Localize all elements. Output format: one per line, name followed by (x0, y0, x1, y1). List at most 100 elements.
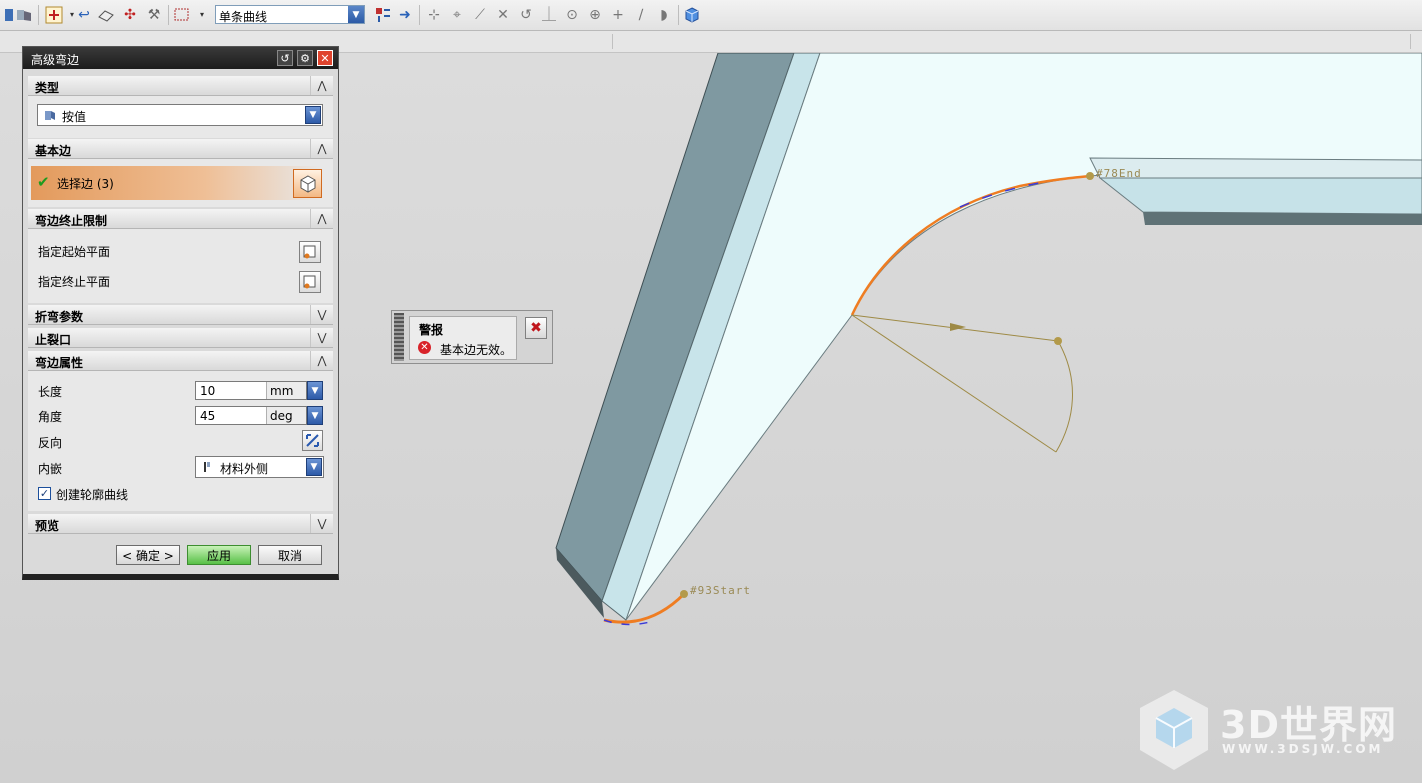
section-type-body: 按值 ▼ (28, 96, 333, 138)
section-relief-header[interactable]: 止裂口 ⋁ (28, 328, 333, 348)
drag-handle-point (1054, 337, 1062, 345)
flange-thickness-face (1143, 212, 1422, 225)
chevron-down-icon[interactable]: ⋁ (310, 328, 333, 347)
angle-options-button[interactable]: ▼ (307, 406, 323, 425)
reset-icon[interactable]: ↺ (277, 50, 293, 66)
material-side-icon (204, 462, 210, 472)
close-icon[interactable]: ✕ (317, 50, 333, 66)
point-constructor-icon[interactable] (44, 5, 64, 25)
reverse-direction-icon (306, 434, 319, 447)
curve-rules-icon[interactable] (373, 5, 393, 25)
snap-midpoint-icon[interactable]: ⌖ (447, 5, 467, 25)
create-profile-label: 创建轮廓曲线 (56, 488, 129, 502)
error-icon: ✕ (418, 341, 431, 354)
snap-point-icon[interactable]: ✣ (120, 5, 140, 25)
gear-icon[interactable]: ⚙ (297, 50, 313, 66)
chevron-up-icon[interactable]: ⋀ (310, 76, 333, 95)
reverse-direction-button[interactable] (302, 430, 323, 451)
section-properties-header[interactable]: 弯边属性 ⋀ (28, 351, 333, 371)
snap-endpoint-icon[interactable]: ⊹ (424, 5, 444, 25)
selection-box-icon[interactable] (172, 5, 192, 25)
chevron-down-icon[interactable]: ▼ (348, 6, 364, 23)
start-plane-label: 指定起始平面 (38, 245, 111, 259)
create-profile-checkbox[interactable]: ✓ (38, 487, 51, 500)
arrow-right-icon[interactable]: ➜ (395, 5, 415, 25)
tool-icon[interactable]: ⚒ (144, 5, 164, 25)
ok-button[interactable]: < 确定 > (116, 545, 180, 565)
length-label: 长度 (38, 385, 63, 399)
selection-filter-value: 单条曲线 (219, 10, 268, 24)
section-base-edge-header[interactable]: 基本边 ⋀ (28, 139, 333, 159)
alert-content: 警报 ✕ 基本边无效。 (409, 316, 517, 360)
cancel-button[interactable]: 取消 (258, 545, 322, 565)
inset-combo[interactable]: 材料外侧 ▼ (195, 456, 324, 478)
select-edge-label: 选择边 (3) (57, 177, 114, 191)
watermark-logo-icon (1140, 690, 1208, 770)
angle-input[interactable]: 45 deg (195, 406, 307, 425)
alert-title: 警报 (419, 323, 444, 337)
chevron-down-icon[interactable]: ⋁ (310, 514, 333, 533)
chevron-up-icon[interactable]: ⋀ (310, 351, 333, 370)
section-bend-params-label: 折弯参数 (35, 310, 84, 324)
section-type-label: 类型 (35, 81, 60, 95)
section-base-edge-label: 基本边 (35, 144, 72, 158)
apply-button[interactable]: 应用 (187, 545, 251, 565)
section-properties-label: 弯边属性 (35, 356, 84, 370)
snap-center-icon[interactable]: ⊙ (562, 5, 582, 25)
length-input[interactable]: 10 mm (195, 381, 307, 400)
selection-filter-combo[interactable]: 单条曲线 ▼ (215, 5, 365, 24)
start-point-marker (680, 590, 688, 598)
chevron-down-icon[interactable]: ⋁ (310, 305, 333, 324)
snap-tangent-icon[interactable]: ⏊ (539, 5, 559, 25)
section-preview-label: 预览 (35, 519, 60, 533)
checkmark-icon: ✔ (37, 173, 50, 191)
type-combo[interactable]: 按值 ▼ (37, 104, 323, 126)
snap-existing-point-icon[interactable]: + (608, 5, 628, 25)
alert-popup: 警报 ✕ 基本边无效。 ✖ (391, 310, 553, 364)
alert-drag-handle[interactable] (394, 313, 404, 361)
length-options-button[interactable]: ▼ (307, 381, 323, 400)
chevron-down-icon[interactable]: ▼ (305, 106, 321, 124)
type-combo-value: 按值 (62, 110, 87, 124)
start-point-label: #93Start (690, 584, 751, 597)
reverse-label: 反向 (38, 436, 63, 450)
flange-side-face (1098, 177, 1422, 215)
snap-on-curve-icon[interactable]: ∕ (631, 5, 651, 25)
watermark-title: 3D世界网 (1220, 703, 1397, 747)
snap-curve-icon[interactable]: ↺ (516, 5, 536, 25)
chevron-up-icon[interactable]: ⋀ (310, 139, 333, 158)
chevron-up-icon[interactable]: ⋀ (310, 209, 333, 228)
chevron-down-icon[interactable]: ▼ (306, 458, 322, 476)
snap-line-icon[interactable]: ⟋ (470, 5, 490, 25)
section-flange-limit-header[interactable]: 弯边终止限制 ⋀ (28, 209, 333, 229)
eraser-icon[interactable] (96, 5, 116, 25)
angle-unit: deg (266, 407, 306, 424)
angle-label: 角度 (38, 410, 63, 424)
dropdown-arrow-icon[interactable]: ▾ (192, 5, 212, 25)
watermark: 3D世界网 WWW.3DSJW.COM (1138, 688, 1408, 773)
section-flange-limit-label: 弯边终止限制 (35, 214, 108, 228)
cube-view-icon[interactable] (682, 5, 702, 25)
snap-quadrant-icon[interactable]: ⊕ (585, 5, 605, 25)
flange-type-icon (45, 111, 55, 120)
start-plane-button[interactable] (299, 241, 321, 263)
section-type-header[interactable]: 类型 ⋀ (28, 76, 333, 96)
select-edge-button[interactable] (293, 169, 322, 198)
select-edge-row[interactable]: ✔ 选择边 (3) (31, 166, 321, 200)
section-bend-params-header[interactable]: 折弯参数 ⋁ (28, 305, 333, 325)
end-plane-label: 指定终止平面 (38, 275, 111, 289)
snap-view-icon[interactable] (14, 5, 34, 25)
undo-icon[interactable]: ↩ (74, 5, 94, 25)
snap-on-face-icon[interactable]: ◗ (654, 5, 674, 25)
section-preview-header[interactable]: 预览 ⋁ (28, 514, 333, 534)
snap-intersect-icon[interactable]: ✕ (493, 5, 513, 25)
dialog-title-bar[interactable]: 高级弯边 ↺ ⚙ ✕ (23, 47, 338, 69)
end-point-marker (1086, 172, 1094, 180)
flange-direction-preview (851, 314, 1073, 453)
advanced-flange-dialog: 高级弯边 ↺ ⚙ ✕ 类型 ⋀ 按值 ▼ 基本边 ⋀ ✔ 选择边 (3) 弯边终… (22, 46, 339, 580)
alert-close-button[interactable]: ✖ (525, 317, 547, 339)
end-plane-button[interactable] (299, 271, 321, 293)
edge-cube-icon (300, 174, 315, 193)
inset-combo-value: 材料外侧 (220, 462, 269, 476)
main-toolbar: ▾ ↩ ✣ ⚒ ▾ 单条曲线 ▼ ➜ ⊹ ⌖ ⟋ ✕ ↺ ⏊ ⊙ ⊕ + ∕ ◗ (0, 0, 1422, 31)
